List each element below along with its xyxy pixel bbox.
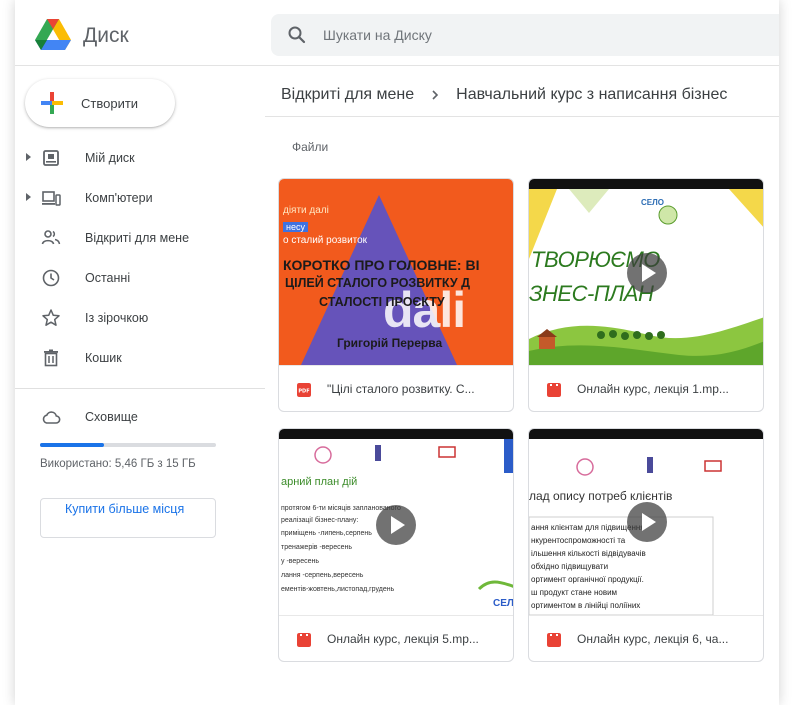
- trash-icon: [44, 349, 58, 367]
- file-thumbnail: dali діяти далі несу о сталий розвиток К…: [279, 179, 513, 365]
- video-top-bar: [529, 179, 763, 189]
- sidebar-divider: [15, 388, 265, 389]
- sidebar-item-computers[interactable]: Комп'ютери: [15, 178, 265, 218]
- thumbnail-text: несу: [283, 222, 308, 232]
- sidebar-nav: Мій диск Комп'ютери Відкриті для мене Ос…: [15, 138, 265, 378]
- video-top-bar: [529, 429, 763, 439]
- thumbnail-text: нкурентоспроможності та: [531, 536, 626, 545]
- svg-text:PDF: PDF: [298, 389, 309, 395]
- storage-progress-fill: [40, 443, 105, 447]
- search-input[interactable]: [323, 24, 743, 46]
- computers-icon: [42, 191, 61, 206]
- thumbnail-text: реалізації бізнес-плану:: [281, 517, 359, 524]
- recent-clock-icon: [42, 269, 60, 287]
- thumbnail-text: ортимент органічної продукції.: [531, 575, 644, 584]
- sidebar-item-storage[interactable]: Сховище: [15, 397, 265, 437]
- thumbnail-author: Григорій Перерва: [337, 336, 443, 350]
- video-file-icon: [547, 383, 561, 397]
- search-icon[interactable]: [287, 25, 307, 45]
- file-card-footer: Онлайн курс, лекція 1.mp...: [529, 365, 763, 411]
- sidebar-item-my-drive[interactable]: Мій диск: [15, 138, 265, 178]
- search-bar[interactable]: [271, 14, 779, 56]
- storage-progress-bar: [40, 443, 216, 447]
- thumbnail-text: ементів-жовтень,листопад,грудень: [281, 586, 395, 593]
- buy-storage-button[interactable]: Купити більше місця: [40, 498, 216, 538]
- top-bar: Диск: [15, 0, 779, 66]
- file-card-footer: Онлайн курс, лекція 6, ча...: [529, 615, 763, 661]
- file-card-footer: PDF "Цілі сталого розвитку. С...: [279, 365, 513, 411]
- thumbnail-text: тренажерів -вересень: [281, 544, 352, 551]
- thumbnail-text: ільшення кількості відвідувачів: [531, 549, 646, 558]
- app-title[interactable]: Диск: [83, 24, 129, 48]
- breadcrumb-divider: [265, 116, 779, 117]
- thumbnail-text: о сталий розвиток: [283, 235, 368, 246]
- sidebar-item-label: Відкриті для мене: [85, 231, 190, 245]
- file-name[interactable]: Онлайн курс, лекція 5.mp...: [327, 632, 507, 646]
- file-card[interactable]: арний план дій протягом 6-ти місяців зап…: [278, 428, 514, 662]
- sidebar: Створити Мій диск Комп'ютери Відкриті дл…: [15, 66, 265, 705]
- play-icon[interactable]: [376, 505, 416, 545]
- thumbnail-text: лання -серпень,вересень: [281, 572, 364, 579]
- star-icon: [42, 309, 60, 326]
- thumbnail-headline: КОРОТКО ПРО ГОЛОВНЕ: ВІ: [283, 257, 480, 273]
- breadcrumb-item-folder[interactable]: Навчальний курс з написання бізнес: [456, 86, 727, 104]
- breadcrumb: Відкриті для мене Навчальний курс з напи…: [281, 80, 779, 110]
- sidebar-item-label: Кошик: [85, 351, 122, 365]
- thumbnail-text: ш продукт стане новим: [531, 588, 618, 597]
- sidebar-item-shared-with-me[interactable]: Відкриті для мене: [15, 218, 265, 258]
- file-thumbnail: лад опису потреб клієнтів ання клієнтам …: [529, 429, 763, 615]
- storage-label: Сховище: [85, 410, 138, 424]
- sidebar-item-label: Із зірочкою: [85, 311, 149, 325]
- sidebar-item-recent[interactable]: Останні: [15, 258, 265, 298]
- my-drive-icon: [43, 150, 59, 166]
- pdf-file-icon: PDF: [297, 383, 311, 397]
- thumbnail-text: у -вересень: [281, 558, 320, 565]
- file-card[interactable]: лад опису потреб клієнтів ання клієнтам …: [528, 428, 764, 662]
- thumbnail-text: приміщень -липень,серпень: [281, 530, 372, 537]
- file-thumbnail: СЕЛО ТВОРЮЄМО ЗНЕС-ПЛАН: [529, 179, 763, 365]
- create-button-label: Створити: [81, 95, 139, 111]
- main-content: Відкриті для мене Навчальний курс з напи…: [265, 66, 779, 705]
- expand-arrow-icon[interactable]: [26, 193, 31, 201]
- play-icon[interactable]: [627, 502, 667, 542]
- play-icon[interactable]: [627, 253, 667, 293]
- drive-window: Диск Створити: [15, 0, 779, 705]
- files-section-label: Файли: [292, 140, 329, 154]
- sidebar-item-label: Мій диск: [85, 151, 135, 165]
- thumbnail-logo-text: СЕЛО: [641, 198, 664, 207]
- storage-used-text: Використано: 5,46 ГБ з 15 ГБ: [40, 458, 196, 470]
- sidebar-item-trash[interactable]: Кошик: [15, 338, 265, 378]
- file-name[interactable]: Онлайн курс, лекція 1.mp...: [577, 382, 757, 396]
- file-card[interactable]: dali діяти далі несу о сталий розвиток К…: [278, 178, 514, 412]
- thumbnail-headline: лад опису потреб клієнтів: [529, 489, 673, 503]
- sidebar-item-label: Комп'ютери: [85, 191, 153, 205]
- file-card-footer: Онлайн курс, лекція 5.mp...: [279, 615, 513, 661]
- file-name[interactable]: Онлайн курс, лекція 6, ча...: [577, 632, 757, 646]
- file-thumbnail: арний план дій протягом 6-ти місяців зап…: [279, 429, 514, 615]
- create-button[interactable]: Створити: [25, 79, 175, 127]
- cloud-icon: [42, 411, 61, 424]
- thumbnail-logo-text: СЕЛ: [493, 598, 514, 609]
- chevron-right-icon: [432, 90, 439, 100]
- thumbnail-text: ортиментом в лінійці поліїних: [531, 601, 641, 610]
- video-top-bar: [279, 429, 513, 439]
- file-name[interactable]: "Цілі сталого розвитку. С...: [327, 382, 507, 396]
- thumbnail-headline: ЦІЛЕЙ СТАЛОГО РОЗВИТКУ Д: [285, 276, 470, 290]
- plus-icon: [41, 92, 63, 114]
- expand-arrow-icon[interactable]: [26, 153, 31, 161]
- thumbnail-headline: арний план дій: [281, 476, 358, 488]
- video-file-icon: [297, 633, 311, 647]
- breadcrumb-item-shared[interactable]: Відкриті для мене: [281, 86, 414, 104]
- video-file-icon: [547, 633, 561, 647]
- drive-logo-icon[interactable]: [35, 19, 71, 51]
- sidebar-item-label: Останні: [85, 271, 131, 285]
- thumbnail-headline: СТАЛОСТІ ПРОЄКТУ: [319, 295, 445, 309]
- thumbnail-text: обхідно підвищувати: [531, 562, 609, 571]
- sidebar-item-starred[interactable]: Із зірочкою: [15, 298, 265, 338]
- thumbnail-text: діяти далі: [283, 205, 329, 216]
- file-card[interactable]: СЕЛО ТВОРЮЄМО ЗНЕС-ПЛАН Онлайн курс, лек…: [528, 178, 764, 412]
- shared-with-me-icon: [41, 230, 61, 245]
